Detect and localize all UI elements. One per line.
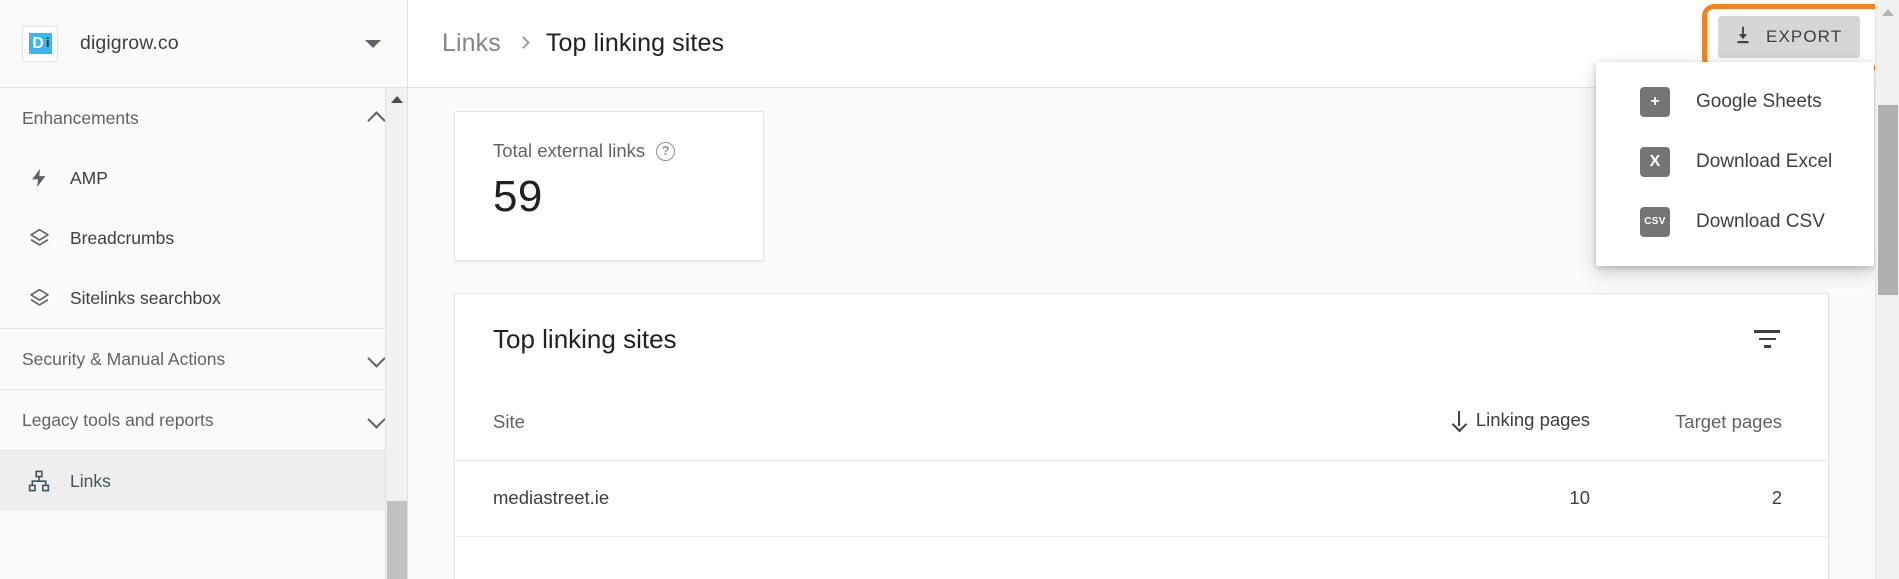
app-root: Di digigrow.co Enhancements AMP Breadcru… — [0, 0, 1899, 579]
sidebar-item-amp[interactable]: AMP — [0, 148, 407, 208]
top-linking-sites-card: Top linking sites Site Linking pages Tar… — [454, 293, 1829, 579]
table-body: mediastreet.ie 10 2 — [455, 460, 1828, 537]
page-scrollbar[interactable] — [1875, 0, 1899, 579]
table-row[interactable]: mediastreet.ie 10 2 — [455, 460, 1828, 537]
cell-target-pages: 2 — [1618, 460, 1828, 537]
menu-item-download-csv[interactable]: CSV Download CSV — [1596, 192, 1874, 252]
excel-icon: X — [1640, 147, 1670, 177]
chevron-right-icon — [517, 36, 530, 49]
sidebar-item-sitelinks-searchbox[interactable]: Sitelinks searchbox — [0, 268, 407, 328]
kpi-header: Total external links ? — [493, 140, 733, 162]
nav-group-legacy-tools[interactable]: Legacy tools and reports — [0, 390, 407, 450]
layers-icon — [22, 227, 56, 250]
arrow-up-icon[interactable] — [390, 96, 403, 103]
property-name: digigrow.co — [80, 32, 179, 54]
total-external-links-card: Total external links ? 59 — [454, 111, 764, 261]
breadcrumb-parent[interactable]: Links — [442, 29, 501, 58]
nav-group-enhancements[interactable]: Enhancements — [0, 88, 407, 148]
nav-group-label: Enhancements — [22, 107, 139, 128]
menu-item-label: Download CSV — [1696, 211, 1825, 232]
chevron-down-icon[interactable] — [369, 412, 385, 428]
layers-icon — [22, 287, 56, 310]
kpi-value: 59 — [493, 172, 543, 221]
sitemap-icon — [22, 469, 56, 493]
help-circle-icon[interactable]: ? — [656, 141, 676, 161]
google-sheets-icon: + — [1640, 87, 1670, 117]
menu-item-label: Google Sheets — [1696, 91, 1822, 112]
column-header-site[interactable]: Site — [455, 384, 1368, 461]
table-header: Site Linking pages Target pages — [455, 384, 1828, 461]
sidebar-item-breadcrumbs[interactable]: Breadcrumbs — [0, 208, 407, 268]
csv-icon: CSV — [1640, 207, 1670, 237]
top-linking-sites-table: Site Linking pages Target pages mediastr… — [455, 384, 1828, 537]
nav-section-security: Security & Manual Actions — [0, 329, 407, 390]
chevron-down-icon[interactable] — [369, 351, 385, 367]
column-header-linking-pages[interactable]: Linking pages — [1368, 384, 1618, 461]
column-header-label: Linking pages — [1475, 409, 1590, 431]
page-title: Top linking sites — [545, 29, 725, 57]
card-title-row: Top linking sites — [455, 294, 1828, 384]
kpi-label: Total external links — [493, 140, 646, 161]
filter-icon[interactable] — [1752, 326, 1782, 352]
sidebar-item-label: AMP — [70, 167, 108, 188]
sidebar-item-label: Links — [70, 470, 111, 491]
chevron-down-icon[interactable] — [365, 39, 381, 48]
nav-group-label: Legacy tools and reports — [22, 409, 214, 430]
nav-section-legacy: Legacy tools and reports — [0, 390, 407, 451]
export-button-label: EXPORT — [1766, 27, 1843, 46]
card-title: Top linking sites — [493, 323, 677, 354]
chevron-up-icon[interactable] — [369, 110, 385, 126]
download-icon — [1732, 24, 1754, 51]
cell-linking-pages: 10 — [1368, 460, 1618, 537]
menu-item-label: Download Excel — [1696, 151, 1833, 172]
menu-item-download-excel[interactable]: X Download Excel — [1596, 132, 1874, 192]
column-header-target-pages[interactable]: Target pages — [1618, 384, 1828, 461]
table-header-row: Site Linking pages Target pages — [455, 384, 1828, 461]
arrow-down-icon — [1452, 411, 1466, 429]
page-scrollbar-thumb[interactable] — [1878, 105, 1898, 295]
arrow-up-icon[interactable] — [1881, 9, 1894, 16]
nav-section-enhancements: Enhancements AMP Breadcrumbs Sitelinks s… — [0, 88, 407, 329]
nav-group-security-manual-actions[interactable]: Security & Manual Actions — [0, 329, 407, 389]
digigrow-logo-icon: Di — [22, 25, 58, 62]
cell-site[interactable]: mediastreet.ie — [455, 460, 1368, 537]
nav-group-label: Security & Manual Actions — [22, 348, 226, 369]
export-button[interactable]: EXPORT — [1718, 16, 1861, 58]
lightning-bolt-icon — [22, 167, 56, 189]
sidebar-item-links[interactable]: Links — [0, 451, 407, 511]
menu-item-google-sheets[interactable]: + Google Sheets — [1596, 72, 1874, 132]
property-selector[interactable]: Di digigrow.co — [0, 0, 407, 88]
sidebar-item-label: Sitelinks searchbox — [70, 287, 221, 308]
export-dropdown-menu: + Google Sheets X Download Excel CSV Dow… — [1596, 62, 1874, 266]
sidebar-scrollbar-thumb[interactable] — [387, 501, 407, 579]
sidebar-item-label: Breadcrumbs — [70, 227, 175, 248]
sidebar: Di digigrow.co Enhancements AMP Breadcru… — [0, 0, 408, 579]
sidebar-scrollbar[interactable] — [385, 88, 407, 579]
